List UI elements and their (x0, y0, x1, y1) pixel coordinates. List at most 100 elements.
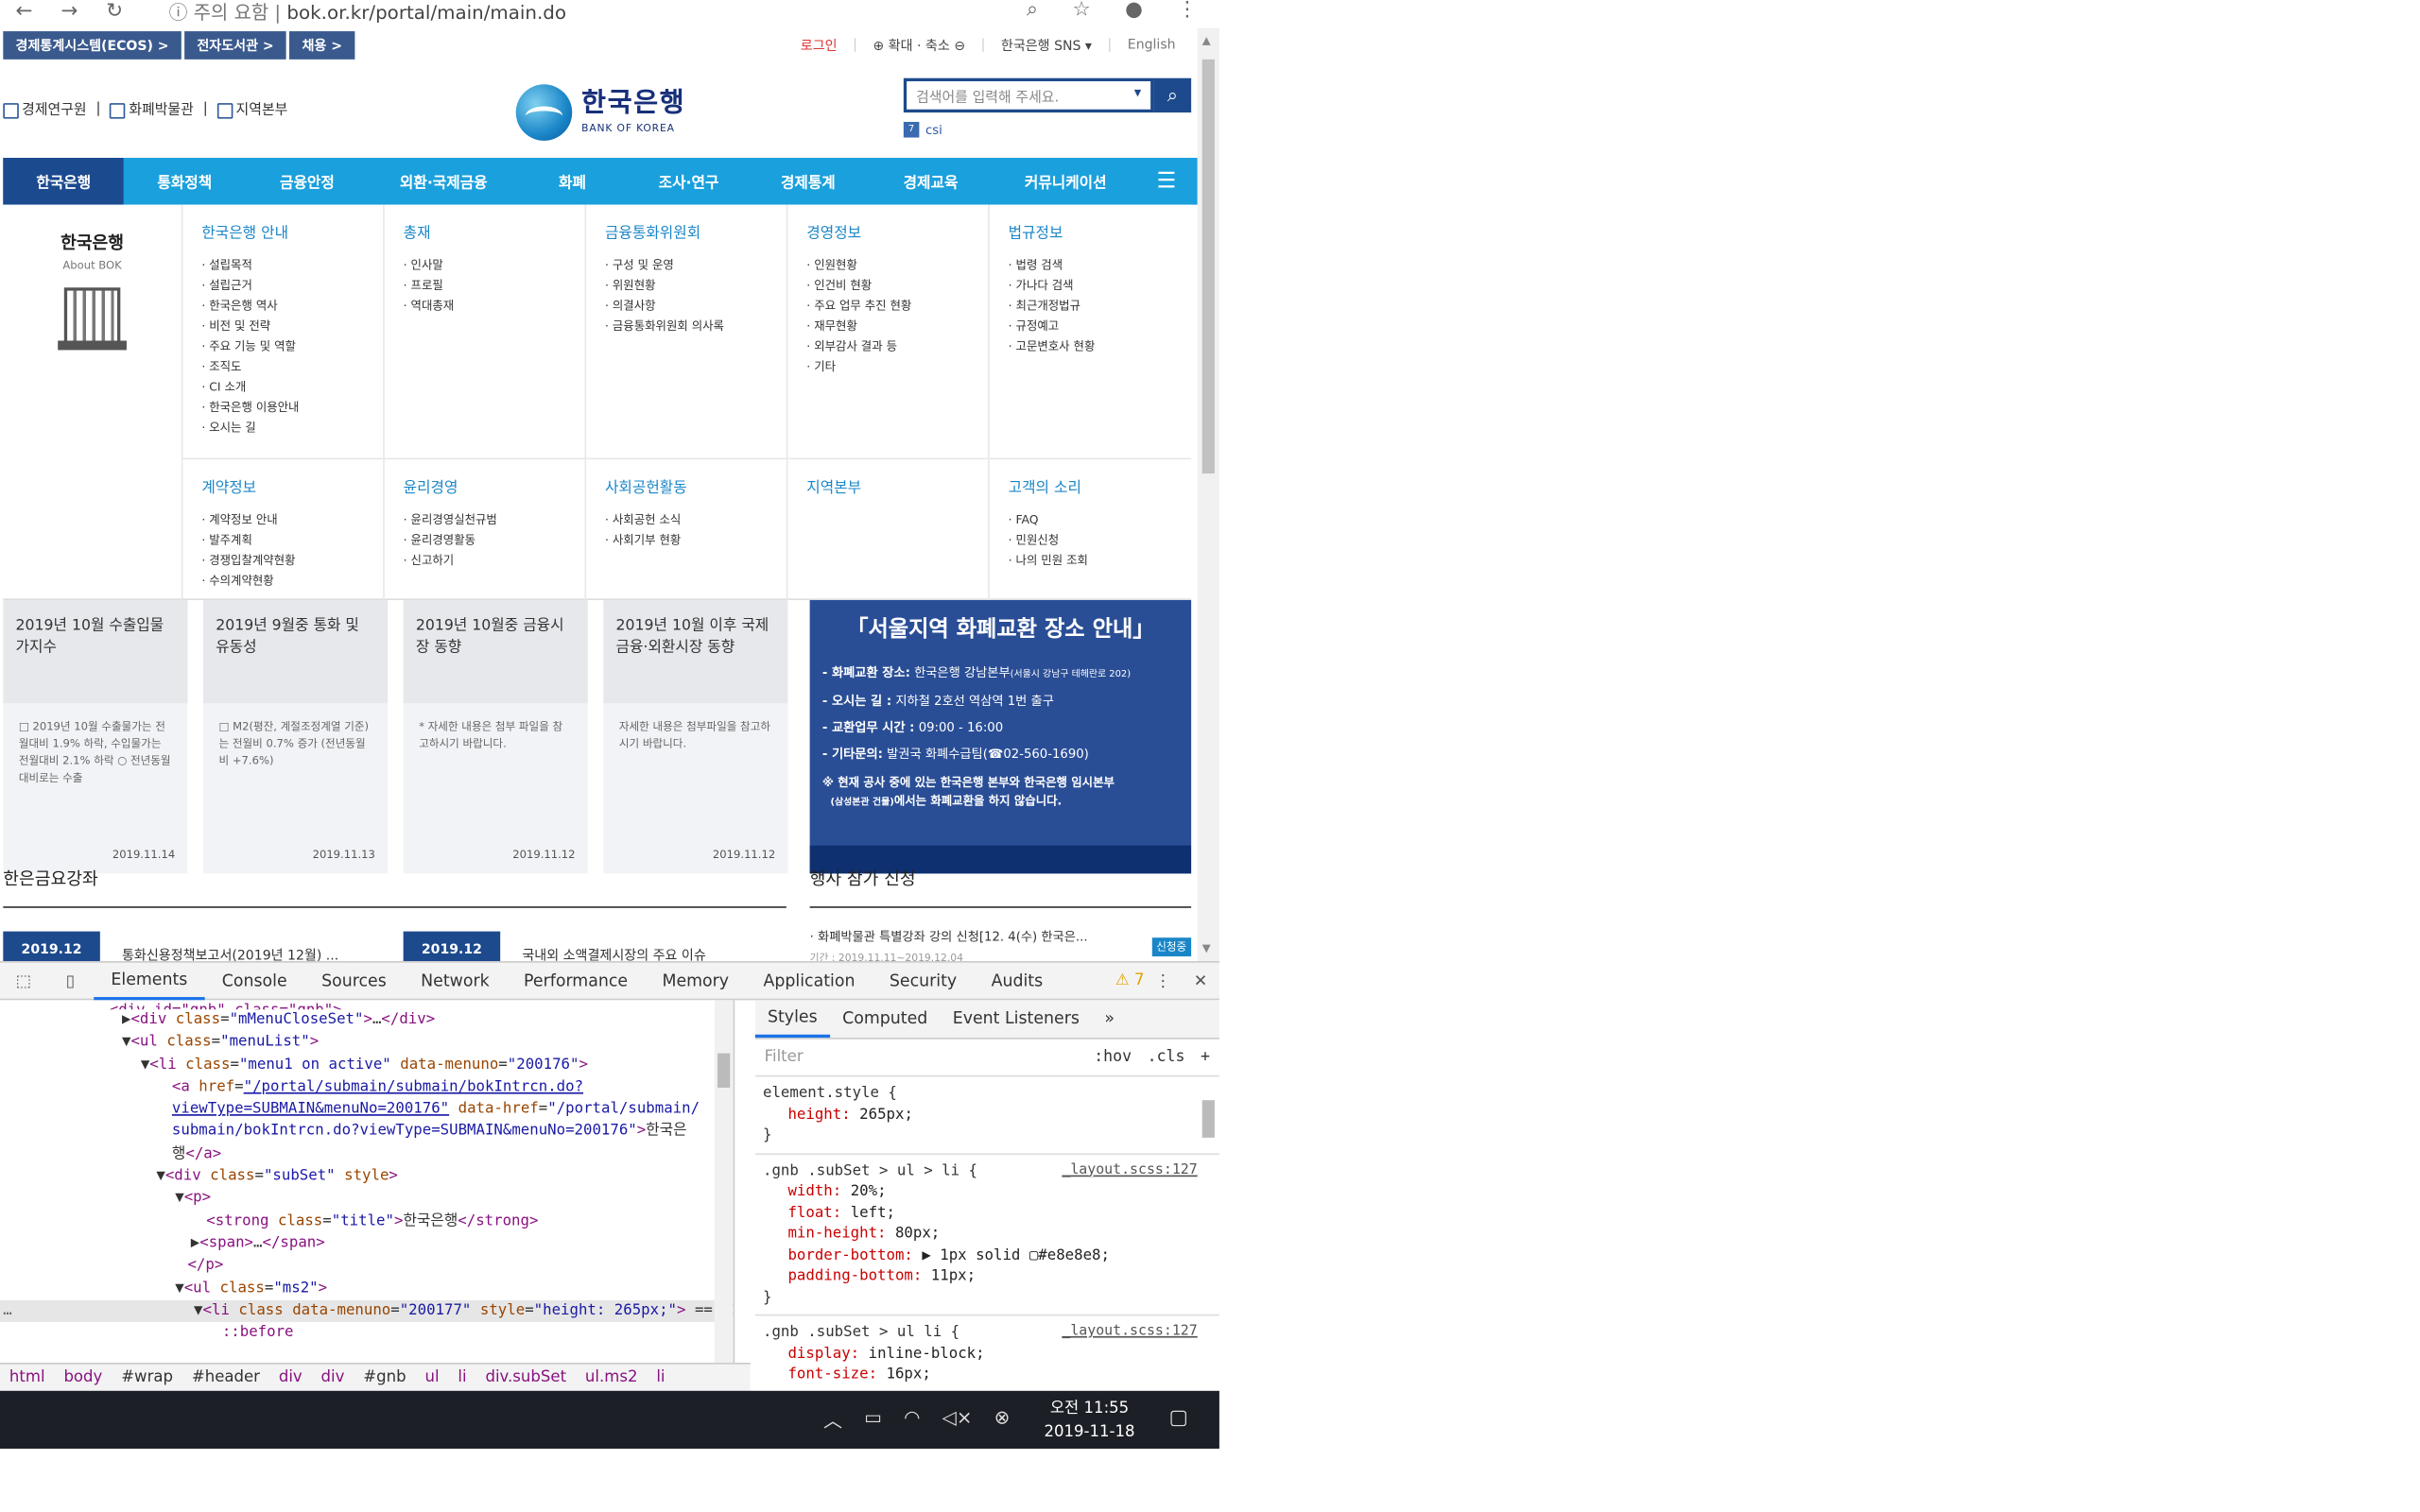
tab-console[interactable]: Console (205, 962, 304, 1000)
menu-column-title[interactable]: 금융통화위원회 (605, 220, 786, 242)
close-icon[interactable]: ✕ (1182, 971, 1219, 990)
dom-line[interactable]: viewType=SUBMAIN&menuNo=200176" data-hre… (0, 1099, 734, 1122)
device-toolbar-icon[interactable]: ▯ (47, 971, 95, 990)
regional-link[interactable]: 지역본부 (216, 98, 287, 119)
menu-item[interactable]: 구성 및 운영 (605, 255, 786, 275)
scrollbar-thumb[interactable] (717, 1053, 731, 1088)
dom-line[interactable]: 행</a> (0, 1143, 734, 1166)
gnb-item-bok[interactable]: 한국은행 (3, 158, 125, 205)
report-card[interactable]: 2019년 10월 이후 국제금융·외환시장 동향 자세한 내용은 첨부파일을 참… (603, 600, 788, 874)
tab-network[interactable]: Network (404, 962, 507, 1000)
gnb-item-currency[interactable]: 화폐 (518, 158, 627, 205)
menu-dots-icon[interactable]: ⋮ (1177, 0, 1197, 22)
css-declaration[interactable]: font-size: 16px; (763, 1365, 1212, 1385)
menu-item[interactable]: 나의 민원 조회 (1009, 550, 1190, 570)
scrollbar-thumb[interactable] (1201, 1100, 1215, 1138)
menu-item[interactable]: 윤리경영실천규범 (404, 509, 585, 529)
dom-line[interactable]: <div id="gnb" class="gnb"> (0, 1000, 734, 1009)
menu-item[interactable]: 한국은행 이용안내 (201, 397, 383, 417)
bookmark-star-icon[interactable]: ☆ (1072, 0, 1090, 22)
volume-icon[interactable]: ◁× (942, 1406, 973, 1433)
menu-item[interactable]: 한국은행 역사 (201, 296, 383, 316)
tab-styles[interactable]: Styles (754, 1000, 830, 1039)
gnb-item-monetary-policy[interactable]: 통화정책 (124, 158, 245, 205)
dom-line[interactable]: <strong class="title">한국은행</strong> (0, 1211, 734, 1233)
menu-item[interactable]: 인건비 현황 (806, 275, 988, 295)
scrollbar-thumb[interactable] (1201, 59, 1215, 474)
menu-item[interactable]: 재무현황 (806, 316, 988, 335)
breadcrumb-item[interactable]: #wrap (121, 1369, 173, 1386)
css-declaration[interactable]: padding-bottom: 11px; (763, 1265, 1212, 1286)
menu-item[interactable]: 프로필 (404, 275, 585, 295)
report-card[interactable]: 2019년 10월중 금융시장 동향 * 자세한 내용은 첨부 파일을 참고하시기… (403, 600, 588, 874)
breadcrumb-item[interactable]: #header (192, 1369, 260, 1386)
menu-item[interactable]: 법령 검색 (1009, 255, 1190, 275)
breadcrumb-item[interactable]: html (9, 1369, 45, 1386)
css-rule[interactable]: .gnb .subSet > ul > li { _layout.scss:12… (754, 1154, 1219, 1316)
currency-exchange-banner[interactable]: 「서울지역 화폐교환 장소 안내」 - 화폐교환 장소: 한국은행 강남본부(서… (809, 600, 1192, 874)
gnb-item-research[interactable]: 조사·연구 (627, 158, 751, 205)
more-tabs-icon[interactable]: » (1092, 1000, 1127, 1038)
menu-item[interactable]: 사회공헌 소식 (605, 509, 786, 529)
battery-icon[interactable]: ▭ (864, 1406, 882, 1433)
add-rule-icon[interactable]: + (1201, 1049, 1210, 1066)
menu-item[interactable]: CI 소개 (201, 377, 383, 397)
menu-column-title[interactable]: 법규정보 (1009, 220, 1190, 242)
tab-security[interactable]: Security (873, 962, 975, 1000)
page-scrollbar[interactable]: ▲ ▼ (1197, 27, 1219, 962)
dom-line[interactable]: <a href="/portal/submain/submain/bokIntr… (0, 1076, 734, 1099)
menu-item[interactable]: 금융통화위원회 의사록 (605, 316, 786, 335)
chevron-up-icon[interactable]: ︿ (823, 1406, 842, 1433)
dom-line[interactable]: ▶<div class="mMenuCloseSet">…</div> (0, 1009, 734, 1032)
address-bar[interactable]: ⓘ 주의 요함 | bok.or.kr/portal/main/main.do (169, 0, 566, 25)
menu-item[interactable]: 수의계약현황 (201, 571, 383, 591)
menu-item[interactable]: 최근개정법규 (1009, 296, 1190, 316)
menu-item[interactable]: 계약정보 안내 (201, 509, 383, 529)
menu-item[interactable]: 경쟁입찰계약현황 (201, 550, 383, 570)
menu-item[interactable]: 규정예고 (1009, 316, 1190, 335)
menu-item[interactable]: 위원현황 (605, 275, 786, 295)
filter-input[interactable]: Filter (765, 1049, 1079, 1066)
library-link[interactable]: 전자도서관 > (184, 31, 286, 60)
dom-line[interactable]: ▶<span>…</span> (0, 1233, 734, 1256)
menu-item[interactable]: 민원신청 (1009, 530, 1190, 550)
scroll-down-icon[interactable]: ▼ (1202, 942, 1211, 954)
tab-computed[interactable]: Computed (830, 1000, 941, 1038)
gnb-item-education[interactable]: 경제교육 (866, 158, 996, 205)
menu-item[interactable]: 역대총재 (404, 296, 585, 316)
gnb-item-forex[interactable]: 외환·국제금융 (370, 158, 519, 205)
system-clock[interactable]: 오전 11:55 2019-11-18 (1044, 1397, 1134, 1444)
dom-line[interactable]: submain/bokIntrcn.do?viewType=SUBMAIN&me… (0, 1122, 734, 1144)
lecture-item[interactable]: 2019.12 국내외 소액결제시장의 주요 이슈 (403, 931, 728, 962)
source-link[interactable]: _layout.scss:127 (1062, 1160, 1197, 1181)
menu-item[interactable]: 사회기부 현황 (605, 530, 786, 550)
css-declaration[interactable]: display: inline-block; (763, 1343, 1212, 1364)
tab-memory[interactable]: Memory (645, 962, 746, 1000)
notification-icon[interactable]: ▢ (1168, 1406, 1187, 1430)
login-link[interactable]: 로그인 (801, 36, 838, 55)
menu-item[interactable]: 발주계획 (201, 530, 383, 550)
dom-line-selected[interactable]: … ▼<li class data-menuno="200177" style="… (0, 1299, 734, 1323)
breadcrumb-item[interactable]: ul (424, 1369, 439, 1386)
lecture-item[interactable]: 2019.12 통화신용정책보고서(2019년 12월) ... (3, 931, 360, 962)
hamburger-menu-icon[interactable]: ☰ (1135, 158, 1198, 205)
menu-item[interactable]: 오시는 길 (201, 418, 383, 438)
hov-toggle[interactable]: :hov (1094, 1049, 1132, 1066)
menu-item[interactable]: 고문변호사 현황 (1009, 336, 1190, 356)
gnb-item-financial-stability[interactable]: 금융안정 (245, 158, 369, 205)
gnb-item-statistics[interactable]: 경제통계 (751, 158, 865, 205)
elements-scrollbar[interactable] (714, 1000, 734, 1364)
bok-logo[interactable]: 한국은행 BANK OF KOREA (515, 84, 686, 141)
devtools-menu-icon[interactable]: ⋮ (1145, 971, 1183, 990)
dom-line[interactable]: ▼<li class="menu1 on active" data-menuno… (0, 1055, 734, 1077)
chevron-down-icon[interactable]: ▾ (1134, 86, 1141, 102)
search-input[interactable]: 검색어를 입력해 주세요. ▾ (903, 77, 1154, 113)
report-card[interactable]: 2019년 10월 수출입물가지수 □ 2019년 10월 수출물가는 전월대비 … (3, 600, 188, 874)
tab-event-listeners[interactable]: Event Listeners (941, 1000, 1093, 1038)
source-link[interactable]: _layout.scss:127 (1062, 1322, 1197, 1343)
cls-toggle[interactable]: .cls (1148, 1049, 1185, 1066)
wifi-icon[interactable]: ◠ (904, 1406, 920, 1433)
recruit-link[interactable]: 채용 > (289, 31, 355, 60)
account-icon[interactable]: ● (1125, 0, 1143, 22)
forward-icon[interactable]: → (60, 0, 78, 24)
